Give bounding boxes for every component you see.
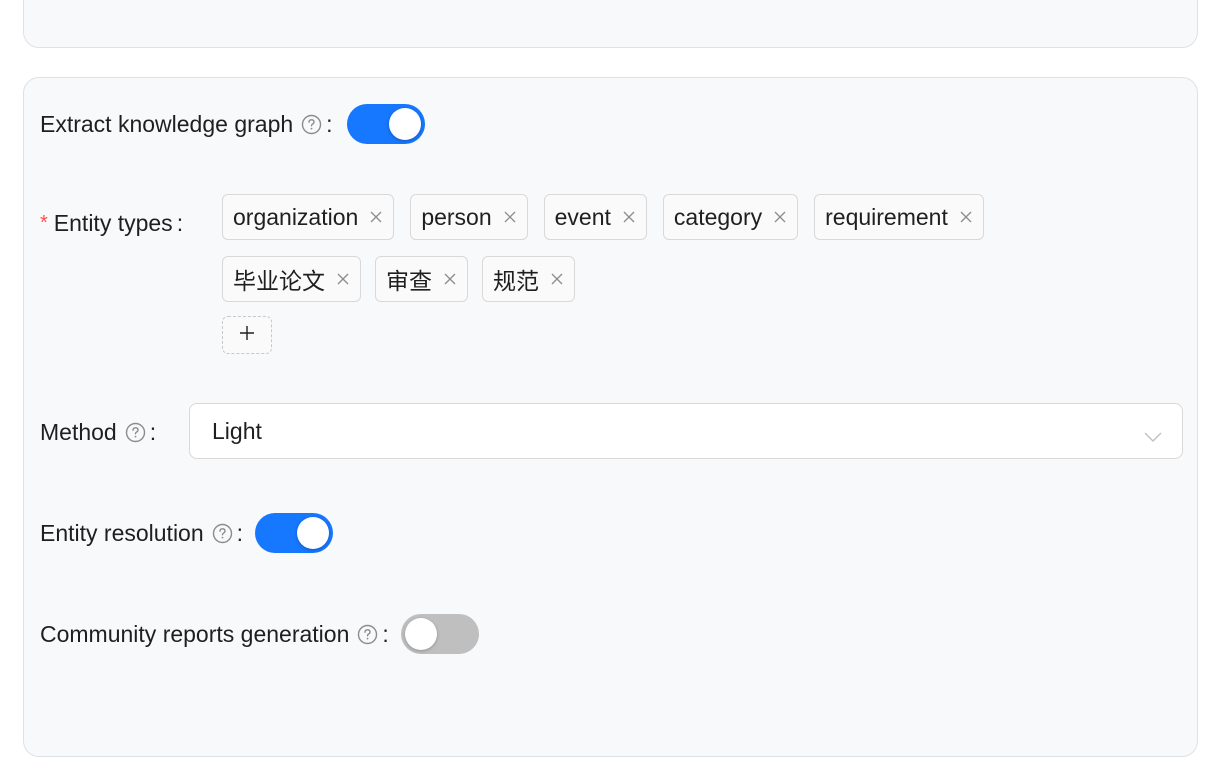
extract-kg-label: Extract knowledge graph : xyxy=(40,109,333,139)
community-reports-label: Community reports generation : xyxy=(40,619,389,649)
tag-row-2: 毕业论文 审查 规范 xyxy=(222,256,1122,302)
community-reports-label-text: Community reports generation xyxy=(40,621,350,647)
question-circle-icon[interactable] xyxy=(212,523,233,544)
extract-kg-colon: : xyxy=(326,111,333,137)
entity-tag-organization: organization xyxy=(222,194,395,240)
toggle-knob xyxy=(297,517,330,549)
close-icon[interactable] xyxy=(623,211,635,223)
close-icon[interactable] xyxy=(370,211,382,223)
entity-tag-label: person xyxy=(421,203,492,230)
entity-types-row: * Entity types : xyxy=(40,208,183,238)
close-icon[interactable] xyxy=(504,211,516,223)
entity-tag-person: person xyxy=(410,194,528,240)
community-reports-row: Community reports generation : xyxy=(40,614,479,654)
toggle-knob xyxy=(388,108,421,140)
entity-tag-label: requirement xyxy=(825,203,948,230)
close-icon[interactable] xyxy=(960,211,972,223)
community-reports-colon: : xyxy=(382,621,389,647)
entity-tag-requirement: requirement xyxy=(814,194,984,240)
question-circle-icon[interactable] xyxy=(125,422,146,443)
entity-types-colon: : xyxy=(176,210,184,236)
extract-kg-label-text: Extract knowledge graph xyxy=(40,111,294,137)
community-reports-toggle[interactable] xyxy=(400,614,479,654)
entity-tag-category: category xyxy=(662,194,799,240)
entity-tag-event: event xyxy=(543,194,647,240)
previous-section-card xyxy=(23,0,1198,48)
entity-tag-label: 审查 xyxy=(386,268,432,294)
method-select-value: Light xyxy=(212,417,262,444)
entity-resolution-label-text: Entity resolution xyxy=(40,520,204,546)
entity-tag-review: 审查 xyxy=(375,256,468,302)
entity-resolution-colon: : xyxy=(236,520,244,546)
add-entity-type-button[interactable] xyxy=(222,316,272,354)
entity-tag-thesis: 毕业论文 xyxy=(222,256,361,302)
entity-tag-label: 规范 xyxy=(493,268,539,294)
entity-tag-label: 毕业论文 xyxy=(233,268,325,294)
entity-tag-label: organization xyxy=(233,203,359,230)
question-circle-icon[interactable] xyxy=(301,114,322,135)
toggle-knob xyxy=(404,618,437,650)
entity-resolution-toggle[interactable] xyxy=(255,513,334,553)
extract-kg-row: Extract knowledge graph : xyxy=(40,104,425,144)
entity-resolution-label: Entity resolution : xyxy=(40,518,243,548)
entity-tag-standard: 规范 xyxy=(482,256,575,302)
tag-row-1: organization person event category requi… xyxy=(222,194,1122,240)
chevron-down-icon xyxy=(1144,422,1162,449)
question-circle-icon[interactable] xyxy=(357,624,378,645)
entity-types-label: * Entity types : xyxy=(40,208,183,238)
required-mark: * xyxy=(40,212,48,234)
plus-icon xyxy=(239,325,255,346)
entity-types-label-text: Entity types xyxy=(53,210,173,236)
method-row: Method : xyxy=(40,417,156,447)
close-icon[interactable] xyxy=(551,273,563,285)
method-label: Method : xyxy=(40,417,156,447)
extract-kg-toggle[interactable] xyxy=(346,104,425,144)
method-colon: : xyxy=(149,419,157,445)
close-icon[interactable] xyxy=(444,273,456,285)
entity-type-tags: organization person event category requi… xyxy=(222,194,1122,354)
entity-tag-label: category xyxy=(673,203,763,230)
entity-resolution-row: Entity resolution : xyxy=(40,513,334,553)
close-icon[interactable] xyxy=(774,211,786,223)
close-icon[interactable] xyxy=(337,273,349,285)
method-label-text: Method xyxy=(40,419,117,445)
entity-tag-label: event xyxy=(554,203,611,230)
method-select[interactable]: Light xyxy=(189,403,1183,459)
